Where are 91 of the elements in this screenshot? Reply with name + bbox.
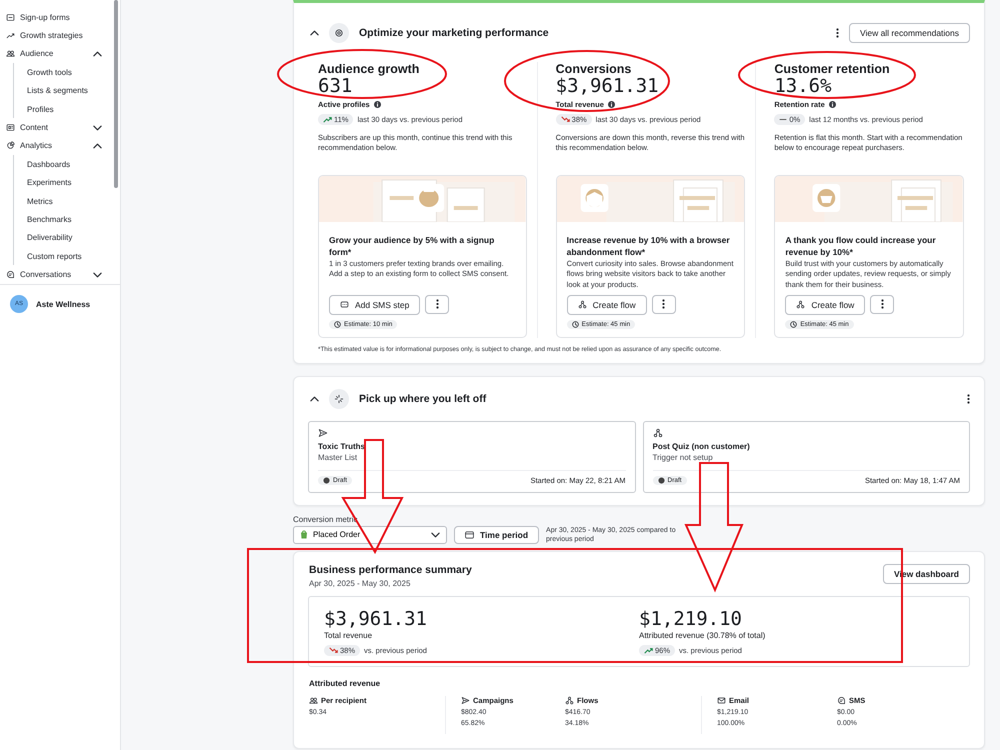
account-name[interactable]: Aste Wellness [36,300,90,308]
calendar-icon [465,530,474,539]
more-icon [662,299,666,310]
chevron-up-icon[interactable] [310,30,319,36]
draft-status-icon [658,476,664,484]
flow-icon [565,696,574,705]
info-icon[interactable] [828,100,836,108]
metric-title: Customer retention [774,62,891,76]
nav-item[interactable]: Analytics [6,136,112,156]
flow-icon [796,300,806,310]
sparkle-icon [329,388,349,409]
clock-icon [572,320,579,328]
nav-subitem[interactable]: Lists & segments [27,82,112,100]
chevron-up-icon[interactable] [93,50,102,57]
nav-subitem[interactable]: Profiles [27,100,112,118]
nav-subitem[interactable]: Dashboards [27,155,112,174]
clock-icon [790,320,798,328]
revenue-label: Attributed revenue (30.78% of total) [639,630,766,640]
card-title: Business performance summary [309,564,472,576]
metric-value: 631 [318,76,354,97]
metric-title: Audience growth [318,62,420,76]
nav-subitem[interactable]: Deliverability [27,228,112,248]
more-button[interactable] [425,294,450,314]
metric-value: 13.6% [774,76,833,97]
nav-subitem[interactable]: Experiments [27,174,112,192]
metric-select[interactable]: Placed Order [293,526,447,544]
draft-status-icon [323,476,330,484]
clock-icon [334,320,341,328]
message-icon [340,300,349,310]
trend-up-icon [644,646,653,654]
action-button[interactable]: Create flow [566,294,647,315]
nav-subitem[interactable]: Benchmarks [27,210,112,229]
trend-icon [6,31,15,40]
people-icon [309,696,318,705]
action-button[interactable]: Add SMS step [329,294,420,315]
more-icon[interactable] [967,394,970,404]
draft-title: Toxic Truths [318,442,366,451]
more-icon [436,299,439,310]
draft-subtitle: Trigger not setup [652,452,714,462]
nav-item[interactable]: Sign-up forms [6,8,112,26]
revenue-value: $1,219.10 [639,609,743,630]
trend-down-icon [560,116,570,123]
metric-title: Conversions [556,62,632,76]
chat-icon [837,696,846,705]
more-button[interactable] [870,294,894,314]
info-icon[interactable] [608,100,615,108]
trend-up-icon [323,116,332,123]
chevron-up-icon[interactable] [93,142,102,149]
nav-subitem[interactable]: Custom reports [27,247,112,266]
draft-subtitle: Master List [318,452,358,462]
scrollbar[interactable] [114,0,118,188]
section-title: Attributed revenue [308,678,382,690]
chevron-down-icon[interactable] [431,532,440,538]
recommendation-title: A thank you flow could increase your revenue by 10%* [785,234,937,259]
nav-subitem[interactable]: Metrics [27,192,112,210]
pie-chart-icon [6,141,15,150]
nav-item[interactable]: Growth strategies [6,26,112,45]
action-button[interactable]: Create flow [785,294,866,315]
recommendation-title: Grow your audience by 5% with a signup form* [329,234,496,259]
flow-icon [652,428,662,438]
content-icon [6,123,15,132]
flow-icon [578,300,587,310]
draft-title: Post Quiz (non customer) [652,442,751,451]
info-icon[interactable] [374,100,381,108]
revenue-label: Total revenue [324,630,374,640]
send-icon [461,696,470,705]
chat-icon [6,270,15,280]
people-icon [6,49,15,58]
nav-item[interactable]: Audience [6,44,112,64]
view-all-button[interactable]: View all recommendations [848,23,970,43]
form-icon [6,12,15,22]
card-title: Pick up where you left off [359,392,488,405]
date-range: Apr 30, 2025 - May 30, 2025 [309,579,412,588]
send-icon [318,428,328,438]
trend-down-icon [329,646,338,654]
metric-value: $3,961.31 [556,76,660,97]
chevron-up-icon[interactable] [310,396,319,402]
chevron-down-icon[interactable] [93,124,102,131]
revenue-value: $3,961.31 [324,609,428,630]
nav-item[interactable]: Conversations [6,265,112,284]
chevron-down-icon[interactable] [93,272,102,278]
card-title: Optimize your marketing performance [359,27,550,39]
nav-item[interactable]: Content [6,118,112,137]
bag-icon [300,530,308,540]
nav-subitem[interactable]: Growth tools [27,63,112,82]
mail-icon [717,696,726,705]
more-icon[interactable] [836,28,839,38]
more-icon [880,299,884,310]
more-button[interactable] [652,294,676,314]
time-period-button[interactable]: Time period [454,526,540,544]
recommendation-title: Increase revenue by 10% with a browser abandonment flow* [566,234,731,259]
